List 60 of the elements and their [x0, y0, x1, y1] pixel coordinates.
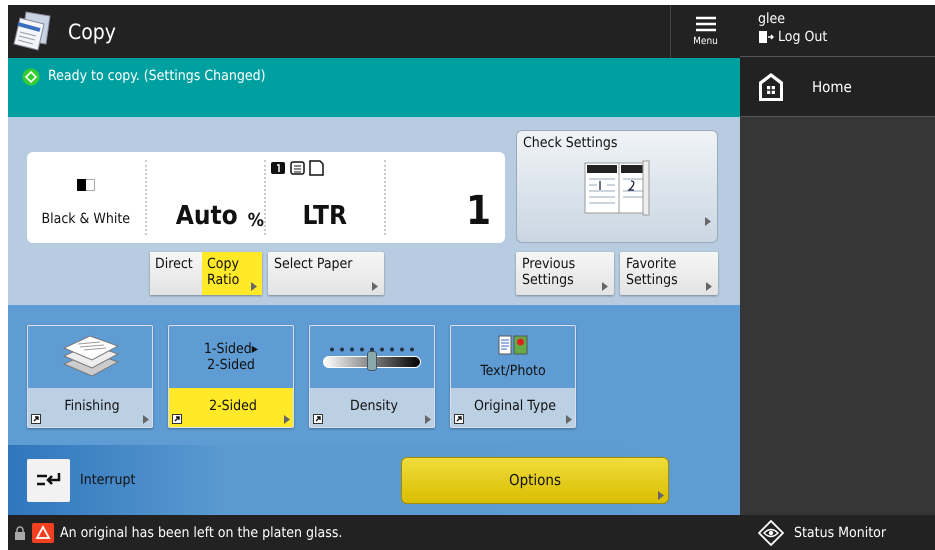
status-message: Ready to copy. (Settings Changed) [48, 68, 266, 84]
options-button[interactable]: Options [401, 456, 669, 504]
function-tile-button[interactable]: Text/Photo Original Type [450, 325, 576, 428]
check-settings-button[interactable]: Check Settings [516, 130, 718, 243]
function-tile-button[interactable]: Finishing [27, 325, 153, 428]
slider-thumb[interactable] [367, 350, 377, 370]
recall-settings-button[interactable]: Previous Settings [516, 252, 614, 295]
shortcut-icon [172, 414, 182, 424]
home-button[interactable]: Home [740, 57, 935, 117]
shortcut-icon [454, 414, 464, 424]
ratio-value: Auto [176, 201, 238, 231]
ratio-option-button[interactable]: Direct [150, 252, 202, 295]
caret-icon [602, 282, 608, 291]
tile-setting-text: Text/Photo [480, 362, 546, 380]
caret-icon [566, 415, 572, 424]
interrupt-button[interactable] [27, 458, 70, 502]
status-ok-icon [22, 68, 40, 86]
ratio-unit: % [248, 210, 264, 231]
select-paper-button[interactable]: Select Paper [268, 252, 384, 295]
caret-icon [143, 415, 149, 424]
caret-icon [372, 282, 378, 291]
interrupt-label: Interrupt [80, 472, 136, 488]
status-monitor-button[interactable]: Status Monitor [740, 515, 935, 550]
tile-label: Finishing [64, 398, 120, 414]
tile-label: 2-Sided [209, 398, 257, 414]
eye-diamond-icon [758, 520, 784, 546]
text-photo-icon [498, 334, 528, 355]
color-mode-icon [76, 179, 95, 191]
warning-icon [32, 522, 54, 542]
color-mode-text: Black & White [41, 211, 130, 227]
user-name: glee [758, 11, 786, 27]
paper-size-value: LTR [302, 201, 348, 231]
home-icon [758, 72, 784, 102]
caret-icon [706, 282, 712, 291]
shortcut-icon [313, 414, 323, 424]
function-tile-button[interactable]: 1-Sided▸ 2-Sided 2-Sided [168, 325, 294, 428]
caret-icon [424, 415, 431, 424]
density-dots-icon [327, 346, 417, 352]
tile-setting-text: 1-Sided▸ [204, 340, 258, 357]
recall-settings-button[interactable]: Favorite Settings [620, 252, 718, 295]
warning-message: An original has been left on the platen glass. [60, 524, 342, 540]
paper-source-icon [270, 160, 324, 176]
shortcut-icon [31, 414, 41, 424]
pages-icon [583, 159, 651, 217]
tile-setting-text: 2-Sided [207, 357, 255, 374]
copies-count: 1 [466, 191, 491, 231]
function-tile-button[interactable]: Density [309, 325, 435, 428]
caret-icon [251, 282, 257, 291]
menu-icon [696, 16, 716, 32]
caret-icon [658, 490, 664, 500]
lock-icon [14, 526, 26, 540]
app-title: Copy [68, 20, 117, 44]
tile-label: Density [350, 398, 398, 414]
logout-button[interactable]: Log Out [758, 29, 828, 45]
logout-icon [758, 30, 774, 44]
ratio-option-button[interactable]: Copy Ratio [202, 252, 262, 295]
interrupt-icon [36, 472, 60, 488]
caret-icon [705, 217, 711, 226]
tile-label: Original Type [474, 398, 556, 414]
caret-icon [284, 415, 290, 424]
